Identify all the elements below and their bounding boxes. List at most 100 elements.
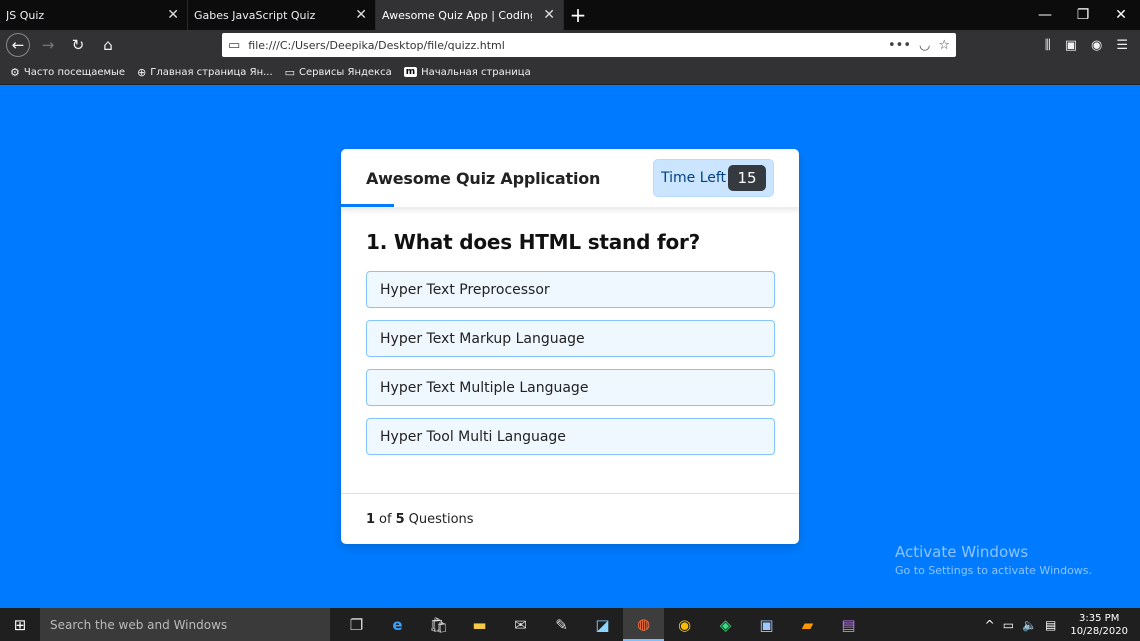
option-1[interactable]: Hyper Text Preprocessor: [366, 271, 775, 308]
winrar-icon[interactable]: ▤: [828, 608, 869, 641]
tab-title: Gabes JavaScript Quiz: [194, 8, 316, 22]
sidebar-icon[interactable]: ▣: [1065, 38, 1077, 53]
question-text: 1. What does HTML stand for?: [366, 230, 774, 254]
home-icon: ⌂: [103, 36, 113, 54]
watermark-title: Activate Windows: [895, 543, 1029, 561]
restore-button[interactable]: ❐: [1064, 0, 1102, 30]
plus-icon: +: [569, 3, 587, 27]
tab-title: Awesome Quiz App | CodingNepal: [382, 8, 532, 22]
volume-icon[interactable]: 🔈: [1022, 618, 1037, 632]
notes-icon[interactable]: ◪: [582, 608, 623, 641]
timer: Time Left 15: [653, 159, 774, 197]
chevron-up-icon[interactable]: ^: [985, 618, 995, 632]
total-questions: 5: [395, 511, 405, 527]
android-studio-icon[interactable]: ◈: [705, 608, 746, 641]
browser-tab-bar: JS Quiz ✕ Gabes JavaScript Quiz ✕ Awesom…: [0, 0, 1140, 30]
account-icon[interactable]: ◉: [1091, 38, 1102, 53]
minimize-button[interactable]: —: [1026, 0, 1064, 30]
back-button[interactable]: ←: [6, 33, 30, 57]
option-list: Hyper Text Preprocessor Hyper Text Marku…: [366, 271, 775, 455]
gear-icon: ⚙: [10, 65, 20, 79]
option-4[interactable]: Hyper Tool Multi Language: [366, 418, 775, 455]
arrow-left-icon: ←: [11, 36, 25, 54]
counter-suffix: Questions: [408, 511, 474, 527]
tab-js-quiz[interactable]: JS Quiz ✕: [0, 0, 188, 30]
more-actions-icon[interactable]: •••: [888, 38, 911, 53]
notification-icon[interactable]: ▤: [1045, 618, 1056, 632]
close-icon[interactable]: ✕: [355, 8, 367, 22]
time-progress-line: [341, 204, 394, 207]
arrow-right-icon: →: [41, 36, 55, 54]
watermark-subtitle: Go to Settings to activate Windows.: [895, 564, 1093, 577]
bookmark-label: Сервисы Яндекса: [299, 66, 392, 78]
bookmark-frequent[interactable]: ⚙ Часто посещаемые: [10, 66, 125, 79]
tab-awesome-quiz-app[interactable]: Awesome Quiz App | CodingNepal ✕: [376, 0, 564, 30]
quiz-footer: 1 of 5 Questions: [341, 493, 799, 544]
bookmark-start-page[interactable]: m Начальная страница: [403, 66, 531, 78]
counter-of: of: [379, 511, 392, 527]
url-text[interactable]: file:///C:/Users/Deepika/Desktop/file/qu…: [248, 39, 880, 52]
menu-icon[interactable]: ☰: [1116, 38, 1128, 53]
current-question: 1: [366, 511, 376, 527]
chrome-icon[interactable]: ◉: [664, 608, 705, 641]
file-explorer-icon[interactable]: ▬: [459, 608, 500, 641]
quiz-header: Awesome Quiz Application Time Left 15: [341, 149, 799, 207]
window-controls: — ❐ ✕: [1026, 0, 1140, 30]
question-counter: 1 of 5 Questions: [366, 512, 474, 527]
start-button[interactable]: ⊞: [0, 608, 40, 641]
visual-studio-icon[interactable]: ▣: [746, 608, 787, 641]
new-tab-button[interactable]: +: [564, 0, 592, 30]
folder-icon: ▭: [284, 65, 296, 79]
clock-date: 10/28/2020: [1070, 625, 1128, 637]
bookmark-label: Главная страница Ян...: [150, 66, 273, 78]
taskbar-clock[interactable]: 3:35 PM 10/28/2020: [1070, 612, 1128, 638]
close-window-button[interactable]: ✕: [1102, 0, 1140, 30]
question-number: 1.: [366, 230, 388, 254]
battery-icon[interactable]: ▭: [1003, 618, 1014, 632]
bookmark-yandex-home[interactable]: ⊕ Главная страница Ян...: [137, 66, 273, 79]
taskbar-search[interactable]: Search the web and Windows: [40, 608, 330, 641]
quiz-title: Awesome Quiz Application: [366, 168, 601, 188]
toolbar-right: ⫼ ▣ ◉ ☰: [1045, 38, 1134, 53]
quiz-box: Awesome Quiz Application Time Left 15 1.…: [341, 149, 799, 544]
paint-icon[interactable]: ✎: [541, 608, 582, 641]
option-2[interactable]: Hyper Text Markup Language: [366, 320, 775, 357]
bookmark-label: Часто посещаемые: [23, 66, 126, 78]
bookmarks-bar: ⚙ Часто посещаемые ⊕ Главная страница Ян…: [0, 60, 1140, 85]
sublime-text-icon[interactable]: ▰: [787, 608, 828, 641]
edge-icon[interactable]: e: [377, 608, 418, 641]
globe-icon: ⊕: [137, 65, 147, 79]
timer-label: Time Left: [661, 170, 727, 186]
activate-windows-watermark: Activate Windows Go to Settings to activ…: [895, 543, 1092, 577]
bookmark-yandex-services[interactable]: ▭ Сервисы Яндекса: [285, 66, 392, 79]
browser-nav-bar: ← → ↻ ⌂ ▭ file:///C:/Users/Deepika/Deskt…: [0, 30, 1140, 60]
home-button[interactable]: ⌂: [96, 33, 120, 57]
timer-seconds: 15: [728, 165, 766, 191]
windows-logo-icon: ⊞: [13, 615, 27, 634]
reload-icon: ↻: [71, 36, 85, 54]
tab-title: JS Quiz: [6, 8, 45, 22]
taskbar-apps: ❐ e 🛍 ▬ ✉ ✎ ◪ ◍ ◉ ◈ ▣ ▰ ▤: [336, 608, 869, 641]
library-icon[interactable]: ⫼: [1045, 38, 1051, 53]
bookmark-label: Начальная страница: [421, 66, 531, 78]
address-bar[interactable]: ▭ file:///C:/Users/Deepika/Desktop/file/…: [222, 33, 956, 57]
task-view-icon[interactable]: ❐: [336, 608, 377, 641]
reload-button[interactable]: ↻: [66, 33, 90, 57]
forward-button[interactable]: →: [36, 33, 60, 57]
store-icon[interactable]: 🛍: [418, 608, 459, 641]
page-icon: ▭: [228, 37, 241, 53]
windows-taskbar: ⊞ Search the web and Windows ❐ e 🛍 ▬ ✉ ✎…: [0, 608, 1140, 641]
option-3[interactable]: Hyper Text Multiple Language: [366, 369, 775, 406]
question-content: What does HTML stand for?: [393, 230, 701, 254]
close-icon[interactable]: ✕: [167, 8, 179, 22]
firefox-icon[interactable]: ◍: [623, 608, 664, 641]
tab-gabes-javascript-quiz[interactable]: Gabes JavaScript Quiz ✕: [188, 0, 376, 30]
search-placeholder: Search the web and Windows: [50, 617, 228, 632]
close-icon[interactable]: ✕: [543, 8, 555, 22]
system-tray: ^ ▭ 🔈 ▤ 3:35 PM 10/28/2020: [985, 612, 1140, 638]
m-logo-icon: m: [403, 67, 418, 77]
star-icon[interactable]: ☆: [938, 38, 950, 53]
mail-icon[interactable]: ✉: [500, 608, 541, 641]
pocket-icon[interactable]: ◡: [919, 38, 930, 53]
quiz-body: 1. What does HTML stand for? Hyper Text …: [341, 207, 799, 455]
